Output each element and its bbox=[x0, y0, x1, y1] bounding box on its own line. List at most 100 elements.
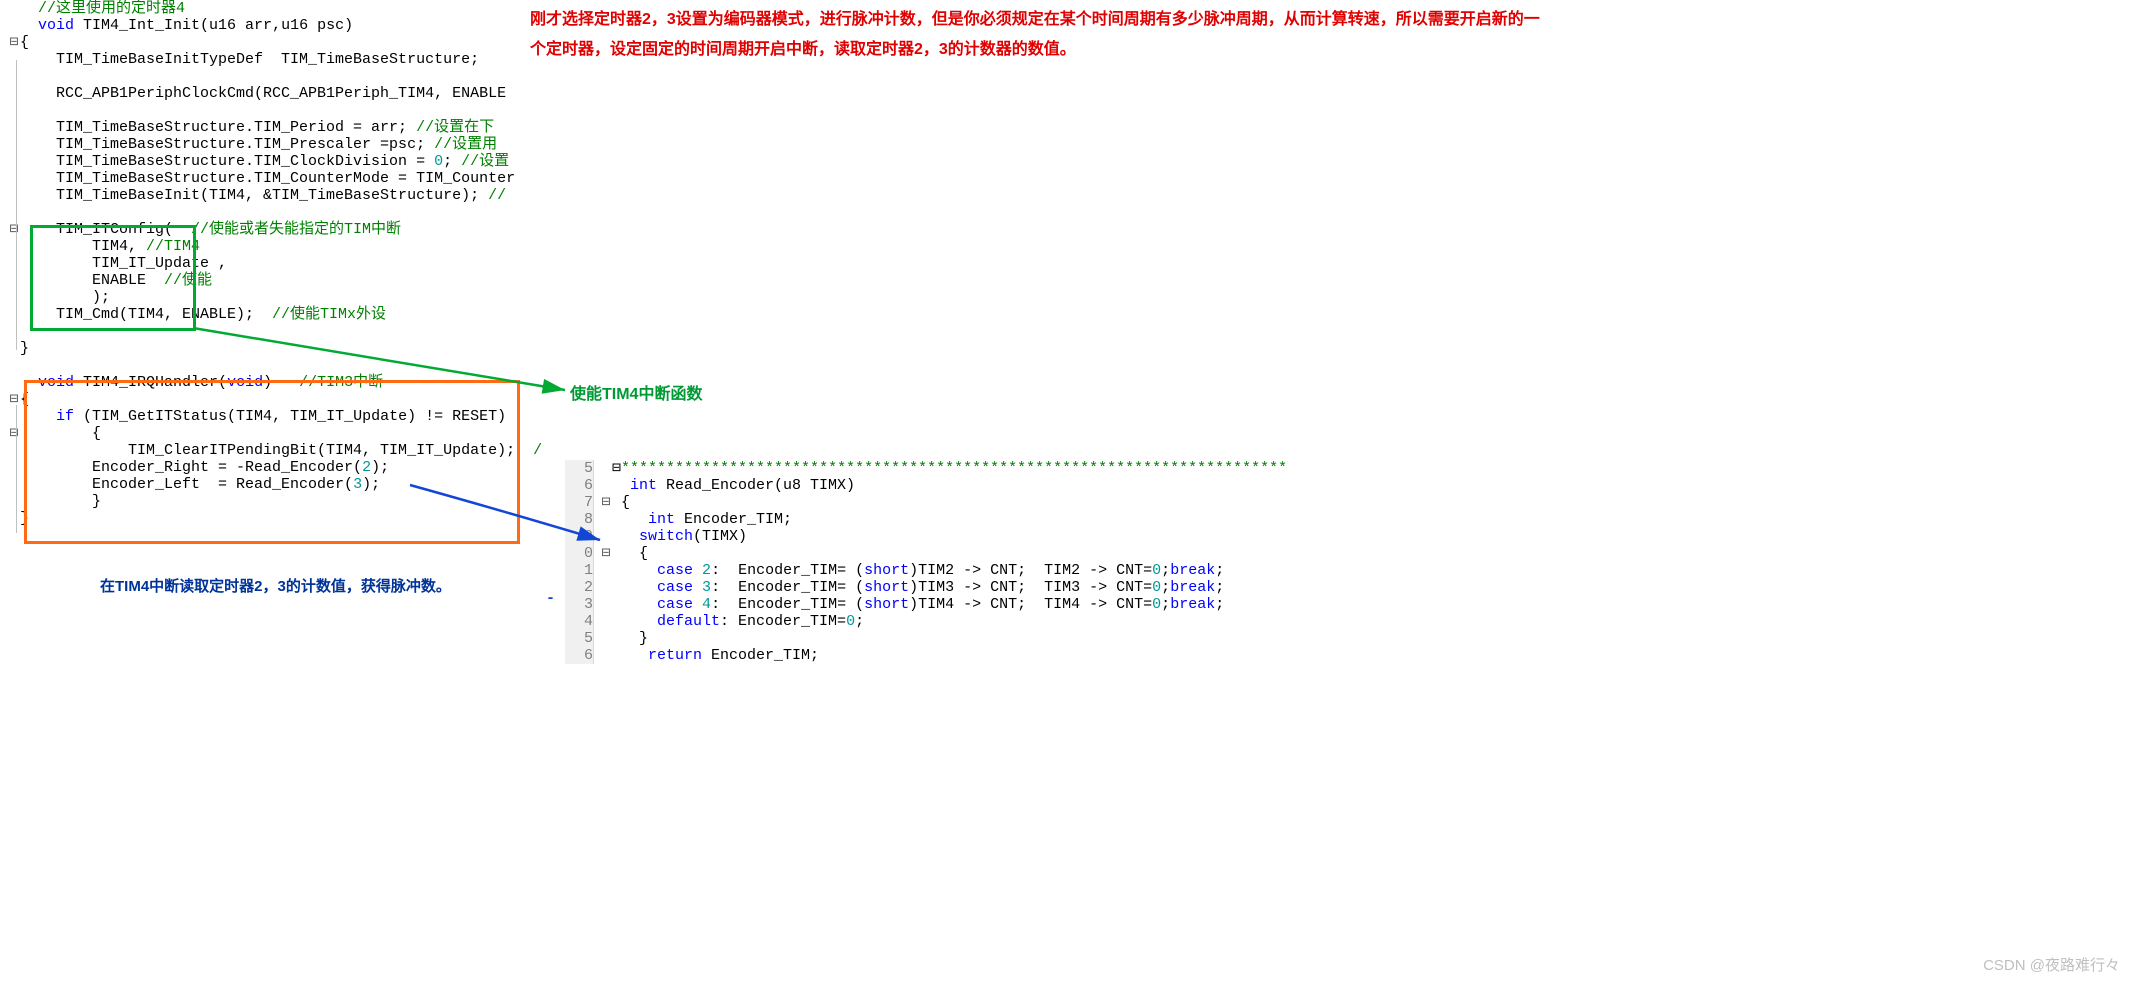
code-line: 6 return Encoder_TIM; bbox=[565, 647, 1287, 664]
code-token bbox=[693, 596, 702, 613]
fold-marker bbox=[8, 51, 20, 68]
code-token: : Encoder_TIM= ( bbox=[711, 596, 864, 613]
code-token: ; bbox=[1215, 579, 1224, 596]
code-token: : Encoder_TIM= ( bbox=[711, 562, 864, 579]
code-token: 0 bbox=[434, 153, 443, 170]
annotation-green: 使能TIM4中断函数 bbox=[570, 380, 702, 404]
code-token: TIM4, bbox=[20, 238, 146, 255]
code-token: ; bbox=[1161, 596, 1170, 613]
code-line: ENABLE //使能 bbox=[8, 272, 542, 289]
fold-marker: ⊟ bbox=[8, 391, 20, 408]
code-token: TIM_TimeBaseInitTypeDef TIM_TimeBaseStru… bbox=[20, 51, 479, 68]
code-line: ⊟{ bbox=[8, 391, 542, 408]
code-token: : Encoder_TIM= ( bbox=[711, 579, 864, 596]
code-line: 4 default: Encoder_TIM=0; bbox=[565, 613, 1287, 630]
code-line: 5 } bbox=[565, 630, 1287, 647]
fold-marker bbox=[8, 102, 20, 119]
code-line: TIM_TimeBaseStructure.TIM_Period = arr; … bbox=[8, 119, 542, 136]
code-token: (TIM_GetITStatus(TIM4, TIM_IT_Update) !=… bbox=[74, 408, 506, 425]
code-line: ⊟{ bbox=[8, 34, 542, 51]
annotation-blue: 在TIM4中断读取定时器2，3的计数值，获得脉冲数。 bbox=[100, 575, 451, 596]
code-token: TIM_TimeBaseStructure.TIM_CounterMode = … bbox=[20, 170, 515, 187]
fold-marker bbox=[8, 374, 20, 391]
code-token: TIM_TimeBaseInit(TIM4, &TIM_TimeBaseStru… bbox=[20, 187, 488, 204]
code-line: Encoder_Right = -Read_Encoder(2); bbox=[8, 459, 542, 476]
fold-marker bbox=[8, 119, 20, 136]
code-line bbox=[8, 357, 542, 374]
fold-marker bbox=[8, 306, 20, 323]
code-line: TIM_TimeBaseInit(TIM4, &TIM_TimeBaseStru… bbox=[8, 187, 542, 204]
code-token bbox=[20, 17, 38, 34]
code-token: TIM4_IRQHandler( bbox=[74, 374, 227, 391]
code-token: { bbox=[20, 425, 101, 442]
code-line: 2 case 3: Encoder_TIM= (short)TIM3 -> CN… bbox=[565, 579, 1287, 596]
code-token: break bbox=[1170, 579, 1215, 596]
code-token: TIM_ClearITPendingBit(TIM4, TIM_IT_Updat… bbox=[20, 442, 533, 459]
fold-marker bbox=[8, 187, 20, 204]
code-token: (TIMX) bbox=[693, 528, 747, 545]
code-token bbox=[612, 528, 639, 545]
code-token: ; bbox=[443, 153, 461, 170]
code-token: case bbox=[657, 579, 693, 596]
fold-marker bbox=[8, 408, 20, 425]
code-token: } bbox=[20, 493, 101, 510]
fold-marker bbox=[8, 255, 20, 272]
code-token: default bbox=[657, 613, 720, 630]
code-token: TIM_TimeBaseStructure.TIM_Period = arr; bbox=[20, 119, 416, 136]
fold-marker bbox=[8, 323, 20, 340]
fold-marker bbox=[600, 511, 612, 528]
code-token: Encoder_TIM; bbox=[675, 511, 792, 528]
code-line: Encoder_Left = Read_Encoder(3); bbox=[8, 476, 542, 493]
code-token: ; bbox=[1161, 562, 1170, 579]
code-line: ⊟ TIM_ITConfig( //使能或者失能指定的TIM中断 bbox=[8, 221, 542, 238]
code-token: TIM_IT_Update , bbox=[20, 255, 227, 272]
code-line: TIM_Cmd(TIM4, ENABLE); //使能TIMx外设 bbox=[8, 306, 542, 323]
right-code-block: 5 ⊟*************************************… bbox=[565, 460, 1287, 664]
code-line: void TIM4_Int_Init(u16 arr,u16 psc) bbox=[8, 17, 542, 34]
line-number: 6 bbox=[565, 647, 594, 664]
fold-marker bbox=[600, 579, 612, 596]
fold-marker bbox=[8, 0, 20, 17]
fold-marker bbox=[600, 562, 612, 579]
code-token: //使能 bbox=[164, 272, 212, 289]
code-line: 3 case 4: Encoder_TIM= (short)TIM4 -> CN… bbox=[565, 596, 1287, 613]
code-token bbox=[612, 596, 657, 613]
fold-line-2 bbox=[16, 405, 17, 533]
code-token: ; bbox=[855, 613, 864, 630]
code-token: : Encoder_TIM= bbox=[720, 613, 846, 630]
fold-marker bbox=[8, 340, 20, 357]
fold-marker bbox=[8, 476, 20, 493]
code-token: } bbox=[20, 340, 29, 357]
code-token bbox=[693, 562, 702, 579]
code-token: { bbox=[20, 34, 29, 51]
fold-marker bbox=[8, 136, 20, 153]
code-line: } bbox=[8, 340, 542, 357]
code-token: if bbox=[56, 408, 74, 425]
code-token bbox=[612, 562, 657, 579]
code-line: TIM_TimeBaseStructure.TIM_ClockDivision … bbox=[8, 153, 542, 170]
code-token: } bbox=[612, 630, 648, 647]
code-token: 3 bbox=[702, 579, 711, 596]
code-token: //设置用 bbox=[434, 136, 497, 153]
code-token: TIM_ITConfig( bbox=[20, 221, 191, 238]
code-token bbox=[612, 477, 630, 494]
code-line: 8 int Encoder_TIM; bbox=[565, 511, 1287, 528]
line-number: 7 bbox=[565, 494, 594, 511]
fold-marker bbox=[8, 442, 20, 459]
code-token: int bbox=[630, 477, 657, 494]
code-line: 1 case 2: Encoder_TIM= (short)TIM2 -> CN… bbox=[565, 562, 1287, 579]
code-token: //TIM4 bbox=[146, 238, 200, 255]
code-token: //使能TIMx外设 bbox=[272, 306, 386, 323]
fold-marker bbox=[600, 477, 612, 494]
code-token: int bbox=[648, 511, 675, 528]
code-line: ⊟ { bbox=[8, 425, 542, 442]
code-line: ); bbox=[8, 289, 542, 306]
code-token: // bbox=[488, 187, 506, 204]
code-token bbox=[612, 511, 648, 528]
code-line: 0⊟ { bbox=[565, 545, 1287, 562]
code-token: ⊟ bbox=[612, 460, 621, 477]
code-line bbox=[8, 68, 542, 85]
code-token: 0 bbox=[846, 613, 855, 630]
code-token: 0 bbox=[1152, 562, 1161, 579]
code-token: ); bbox=[371, 459, 389, 476]
